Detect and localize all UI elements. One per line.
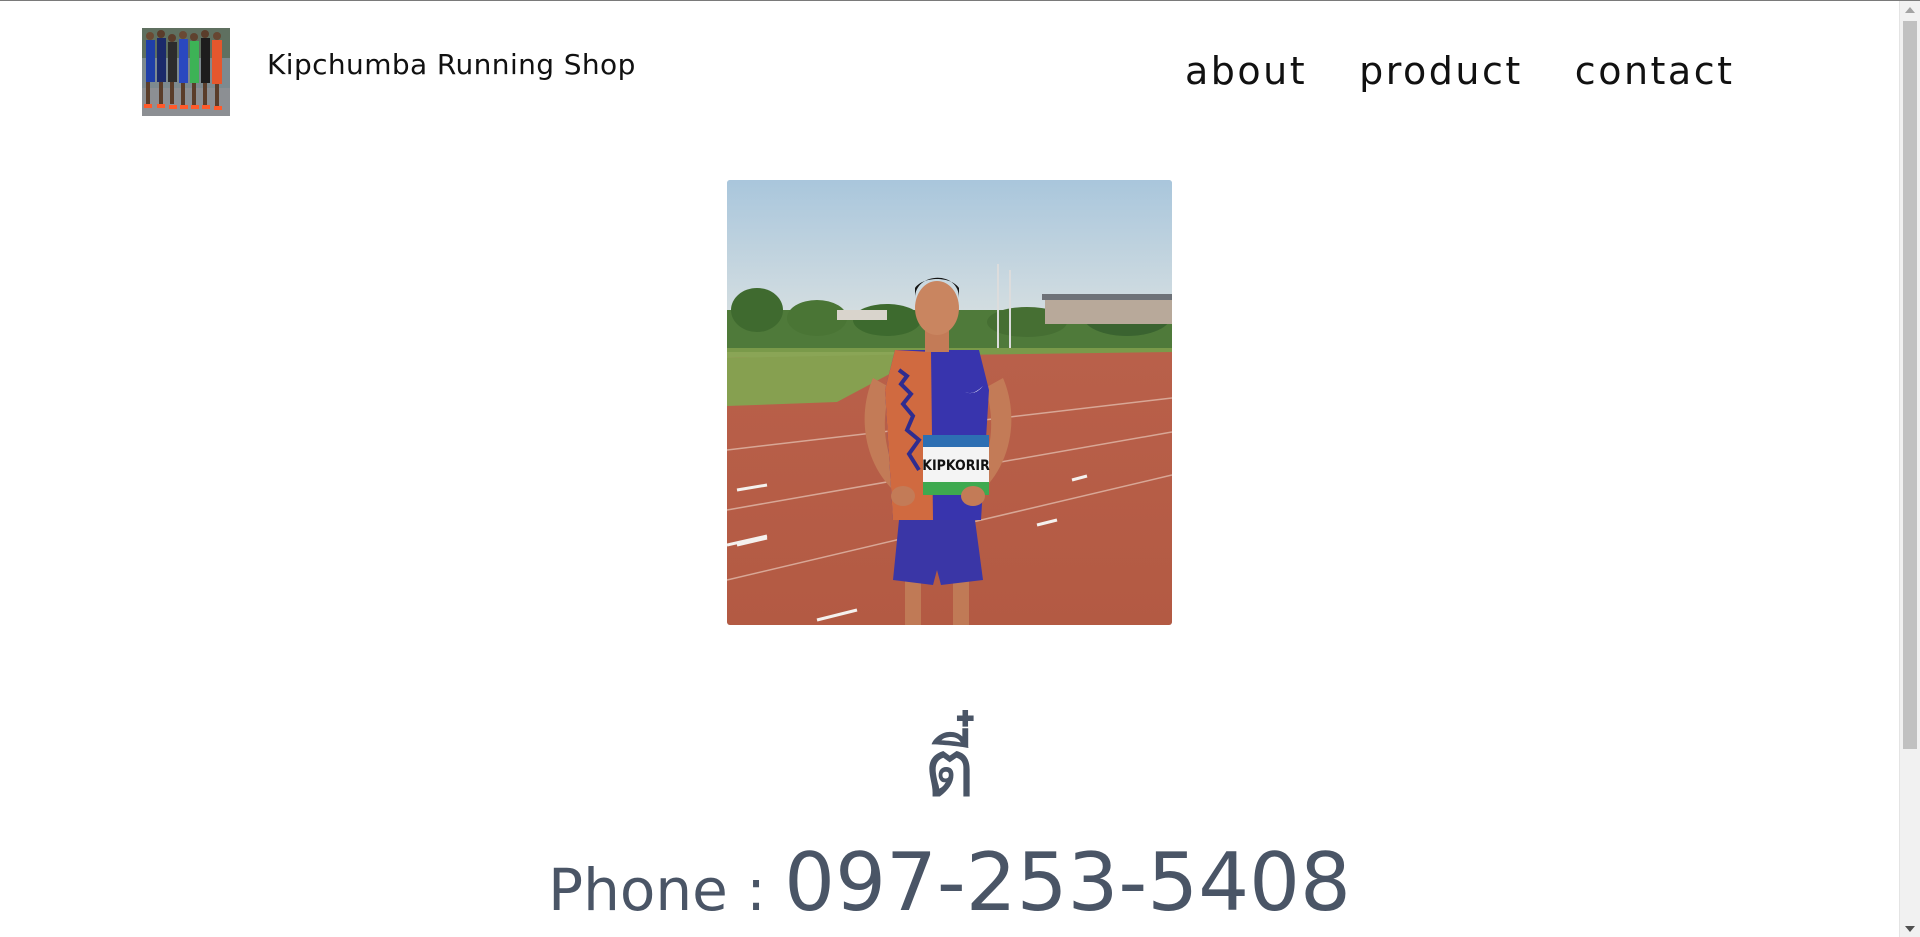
nav-link-about[interactable]: about bbox=[1185, 49, 1307, 93]
nav-link-contact[interactable]: contact bbox=[1575, 49, 1735, 93]
nav-link-product[interactable]: product bbox=[1359, 49, 1523, 93]
logo-image[interactable] bbox=[142, 28, 230, 116]
runners-logo-graphic bbox=[142, 28, 230, 116]
bib-text: KIPKORIR bbox=[922, 458, 990, 474]
scroll-down-arrow-icon[interactable] bbox=[1905, 926, 1915, 932]
scroll-up-arrow-icon[interactable] bbox=[1905, 7, 1915, 13]
contact-name: ตี๋ bbox=[923, 722, 976, 815]
phone-label: Phone : bbox=[548, 856, 785, 924]
content-area: Kipchumba Running Shop about product con… bbox=[0, 1, 1899, 937]
site-title[interactable]: Kipchumba Running Shop bbox=[267, 48, 636, 81]
page: Kipchumba Running Shop about product con… bbox=[0, 0, 1920, 937]
runner-photo-graphic: KIPKORIR bbox=[727, 180, 1172, 625]
vertical-scrollbar[interactable] bbox=[1899, 1, 1920, 937]
main-nav: about product contact bbox=[1185, 49, 1735, 93]
phone-number[interactable]: 097-253-5408 bbox=[784, 836, 1351, 929]
runner-photo: KIPKORIR bbox=[727, 180, 1172, 625]
contact-phone-line: Phone : 097-253-5408 bbox=[0, 843, 1899, 923]
scrollbar-thumb[interactable] bbox=[1903, 21, 1917, 749]
